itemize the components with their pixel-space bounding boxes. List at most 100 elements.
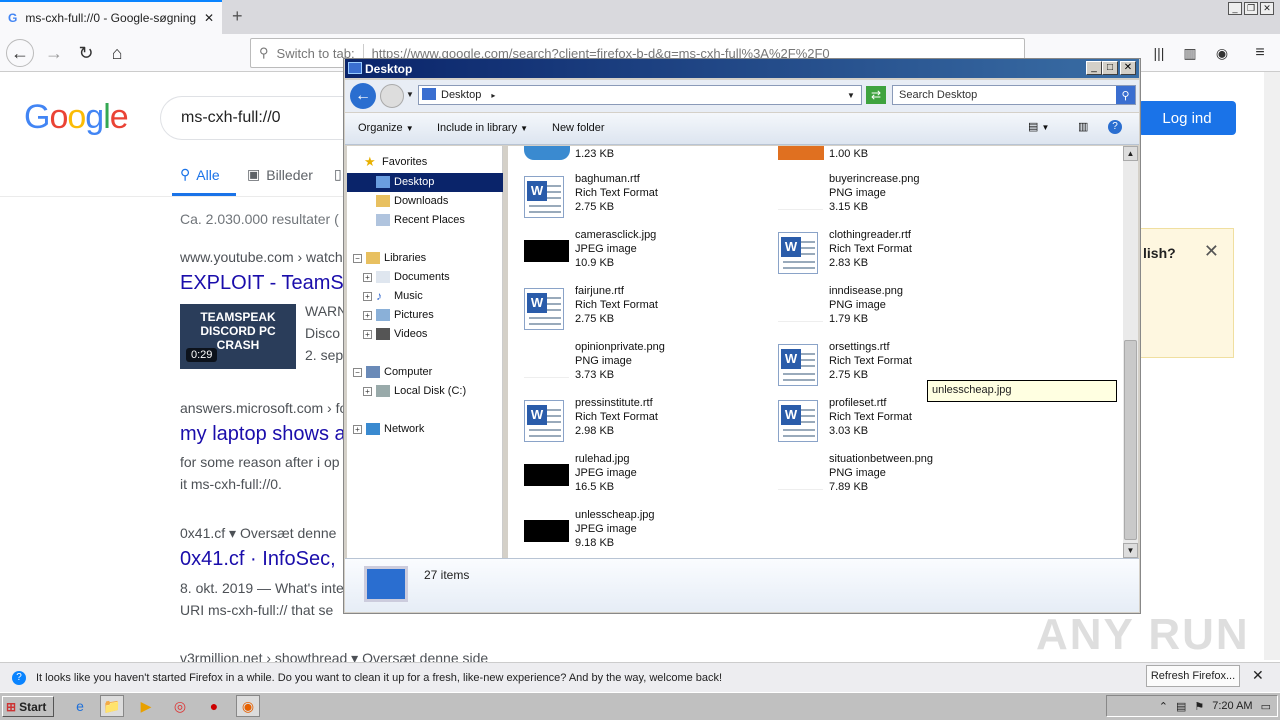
result-cite[interactable]: 0x41.cf ▾ Oversæt denne bbox=[180, 525, 345, 542]
back-button[interactable]: ← bbox=[350, 83, 376, 109]
close-firefox-button[interactable]: ✕ bbox=[1260, 2, 1274, 15]
file-item[interactable]: Wbaghuman.rtf Rich Text Format 2.75 KB bbox=[508, 172, 748, 222]
preview-pane-icon[interactable]: ▥ bbox=[1078, 120, 1088, 133]
maximize-button[interactable]: □ bbox=[1102, 61, 1118, 75]
file-item[interactable]: camerasclick.jpg JPEG image 10.9 KB bbox=[508, 228, 748, 278]
file-item[interactable]: inndisease.png PNG image 1.79 KB bbox=[762, 284, 1002, 334]
nav-pictures[interactable]: + Pictures bbox=[363, 309, 434, 321]
file-item[interactable]: opinionprivate.png PNG image 3.73 KB bbox=[508, 340, 748, 390]
nav-network[interactable]: + Network bbox=[353, 423, 424, 435]
tab-alle[interactable]: ⚲ Alle bbox=[180, 166, 220, 183]
expand-icon[interactable]: + bbox=[363, 291, 372, 301]
close-button[interactable]: ✕ bbox=[1120, 61, 1136, 75]
home-icon[interactable]: ⌂ bbox=[103, 39, 131, 67]
account-icon[interactable]: ◉ bbox=[1208, 39, 1236, 67]
scroll-up-arrow[interactable]: ▲ bbox=[1123, 146, 1138, 161]
collapse-icon[interactable]: − bbox=[353, 367, 362, 377]
scroll-thumb[interactable] bbox=[1124, 340, 1137, 540]
forward-button[interactable] bbox=[380, 84, 404, 108]
result-title[interactable]: EXPLOIT - TeamS bbox=[180, 272, 345, 295]
nav-music[interactable]: + ♪ Music bbox=[363, 290, 423, 302]
show-desktop-icon[interactable]: ▭ bbox=[1261, 700, 1271, 713]
close-tab-icon[interactable]: ✕ bbox=[204, 11, 214, 25]
result-title[interactable]: 0x41.cf · InfoSec, bbox=[180, 548, 345, 571]
nav-label: Libraries bbox=[384, 252, 427, 264]
reload-button[interactable]: ↻ bbox=[72, 39, 100, 67]
scroll-down-arrow[interactable]: ▼ bbox=[1123, 543, 1138, 558]
result-cite[interactable]: answers.microsoft.com › fo bbox=[180, 400, 345, 416]
nav-downloads[interactable]: Downloads bbox=[376, 195, 448, 207]
organize-button[interactable]: Organize ▼ bbox=[358, 122, 414, 134]
nav-local-disk[interactable]: + Local Disk (C:) bbox=[363, 385, 466, 397]
google-search-input[interactable]: ms-cxh-full://0 bbox=[160, 96, 350, 140]
file-item[interactable]: Wfairjune.rtf Rich Text Format 2.75 KB bbox=[508, 284, 748, 334]
forward-button[interactable]: → bbox=[40, 39, 68, 67]
google-logo[interactable]: Google bbox=[24, 98, 129, 137]
network-tray-icon[interactable]: ▤ bbox=[1176, 700, 1186, 713]
expand-icon[interactable]: + bbox=[363, 272, 372, 282]
view-options-icon[interactable]: ▤ ▼ bbox=[1028, 120, 1049, 133]
file-item[interactable]: Wprofileset.rtf Rich Text Format 3.03 KB bbox=[762, 396, 1002, 446]
nav-desktop[interactable]: Desktop bbox=[376, 176, 434, 188]
explorer-titlebar[interactable]: Desktop bbox=[345, 59, 1139, 78]
include-library-button[interactable]: Include in library ▼ bbox=[437, 122, 528, 134]
chrome-icon[interactable]: ◎ bbox=[168, 695, 192, 717]
minimize-button[interactable]: _ bbox=[1086, 61, 1102, 75]
file-item[interactable]: buyerincrease.png PNG image 3.15 KB bbox=[762, 172, 1002, 222]
file-item[interactable]: unlesscheap.jpg JPEG image 9.18 KB bbox=[508, 508, 748, 558]
opera-icon[interactable]: ● bbox=[202, 695, 226, 717]
shortcut-icon[interactable] bbox=[524, 146, 570, 160]
ie-icon[interactable]: e bbox=[68, 695, 92, 717]
close-notification-icon[interactable]: ✕ bbox=[1252, 667, 1264, 684]
nav-documents[interactable]: + Documents bbox=[363, 271, 450, 283]
tray-arrow-icon[interactable]: ⌃ bbox=[1159, 700, 1168, 713]
library-icon[interactable]: ||| bbox=[1145, 39, 1173, 67]
nav-libraries[interactable]: − Libraries bbox=[353, 252, 426, 264]
nav-recent-places[interactable]: Recent Places bbox=[376, 214, 465, 226]
search-icon[interactable]: ⚲ bbox=[1116, 86, 1135, 104]
new-folder-button[interactable]: New folder bbox=[552, 122, 605, 134]
expand-icon[interactable]: + bbox=[353, 424, 362, 434]
menu-icon[interactable]: ≡ bbox=[1246, 39, 1274, 67]
search-input[interactable]: Search Desktop bbox=[892, 85, 1136, 105]
sidebar-icon[interactable]: ▥ bbox=[1176, 39, 1204, 67]
collapse-icon[interactable]: − bbox=[353, 253, 362, 263]
refresh-icon[interactable]: ⇄ bbox=[866, 86, 886, 104]
expand-icon[interactable]: + bbox=[363, 329, 372, 339]
file-item[interactable]: rulehad.jpg JPEG image 16.5 KB bbox=[508, 452, 748, 502]
file-item[interactable]: situationbetween.png PNG image 7.89 KB bbox=[762, 452, 1002, 502]
file-item[interactable]: Wclothingreader.rtf Rich Text Format 2.83 … bbox=[762, 228, 1002, 278]
firefox-taskbar-icon[interactable]: ◉ bbox=[236, 695, 260, 717]
nav-computer[interactable]: − Computer bbox=[353, 366, 432, 378]
nav-videos[interactable]: + Videos bbox=[363, 328, 427, 340]
expand-icon[interactable]: + bbox=[363, 310, 372, 320]
result-cite[interactable]: www.youtube.com › watch bbox=[180, 249, 345, 265]
file-item[interactable]: Wpressinstitute.rtf Rich Text Format 2.98 … bbox=[508, 396, 748, 446]
refresh-firefox-button[interactable]: Refresh Firefox... bbox=[1146, 665, 1240, 687]
login-button[interactable]: Log ind bbox=[1138, 101, 1236, 135]
help-icon[interactable]: ? bbox=[1108, 120, 1122, 134]
shortcut-icon[interactable] bbox=[778, 146, 824, 160]
chevron-right-icon[interactable]: ▸ bbox=[491, 91, 495, 100]
file-name: situationbetween.png bbox=[829, 453, 933, 465]
new-tab-button[interactable]: + bbox=[232, 6, 243, 27]
media-player-icon[interactable]: ▶ bbox=[134, 695, 158, 717]
start-button[interactable]: ⊞ Start bbox=[2, 696, 54, 717]
documents-icon bbox=[376, 271, 390, 283]
back-button[interactable]: ← bbox=[6, 39, 34, 67]
address-bar[interactable]: Desktop ▸ bbox=[418, 85, 862, 105]
nav-favorites[interactable]: ★ Favorites bbox=[364, 155, 427, 168]
address-dropdown-icon[interactable]: ▼ bbox=[847, 91, 855, 100]
flag-icon[interactable]: ⚑ bbox=[1194, 700, 1204, 713]
restore-firefox-button[interactable]: ❐ bbox=[1244, 2, 1258, 15]
history-dropdown-icon[interactable]: ▼ bbox=[406, 90, 414, 99]
tab-more[interactable]: ▯ bbox=[334, 166, 342, 183]
close-icon[interactable]: ✕ bbox=[1204, 241, 1219, 262]
page-scrollbar[interactable] bbox=[1264, 72, 1280, 660]
result-title[interactable]: my laptop shows a bbox=[180, 423, 345, 446]
tab-billeder[interactable]: ▣ Billeder bbox=[247, 166, 313, 183]
browser-tab[interactable]: G ms-cxh-full://0 - Google-søgning ✕ bbox=[0, 0, 222, 34]
minimize-firefox-button[interactable]: _ bbox=[1228, 2, 1242, 15]
expand-icon[interactable]: + bbox=[363, 386, 372, 396]
explorer-taskbar-icon[interactable]: 📁 bbox=[100, 695, 124, 717]
